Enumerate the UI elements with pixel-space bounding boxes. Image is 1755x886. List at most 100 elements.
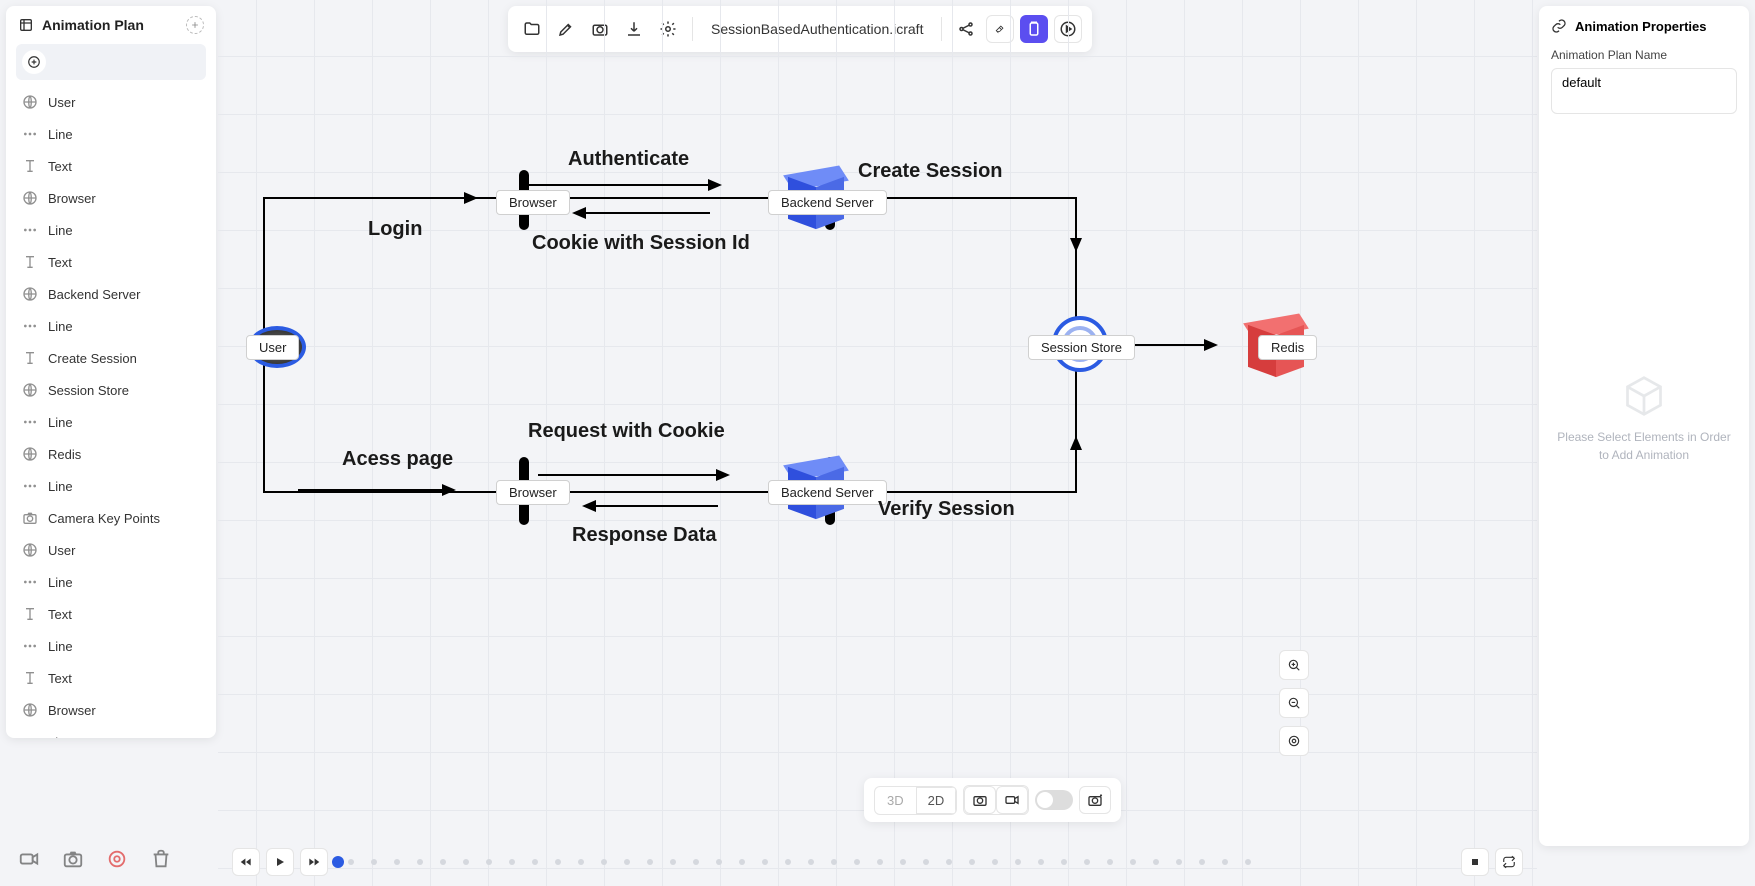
text-icon xyxy=(22,670,38,686)
list-item-label: Session Store xyxy=(48,383,129,398)
list-item[interactable]: Text xyxy=(6,246,216,278)
timeline-marker xyxy=(946,859,952,865)
timeline-marker xyxy=(969,859,975,865)
rewind-button[interactable] xyxy=(232,848,260,876)
view-3d-button[interactable]: 3D xyxy=(875,787,916,814)
timeline-marker xyxy=(1015,859,1021,865)
right-panel-title: Animation Properties xyxy=(1575,19,1706,34)
video-button[interactable] xyxy=(18,848,40,870)
list-item[interactable]: Session Store xyxy=(6,374,216,406)
access-page-text: Acess page xyxy=(342,448,453,471)
timeline-marker xyxy=(486,859,492,865)
globe-icon xyxy=(22,286,38,302)
zoom-in-button[interactable] xyxy=(1279,650,1309,680)
timeline-marker xyxy=(348,859,354,865)
play-timeline-button[interactable] xyxy=(266,848,294,876)
list-item[interactable]: Line xyxy=(6,118,216,150)
camera-icon xyxy=(22,510,38,526)
list-item[interactable]: Line xyxy=(6,630,216,662)
target-button[interactable] xyxy=(106,848,128,870)
timeline-marker xyxy=(532,859,538,865)
user-node-label: User xyxy=(246,335,299,360)
list-item[interactable]: Text xyxy=(6,598,216,630)
list-item-label: User xyxy=(48,543,75,558)
diagram-connections xyxy=(218,0,1537,886)
list-item[interactable]: Create Session xyxy=(6,342,216,374)
list-item[interactable]: Line xyxy=(6,310,216,342)
list-item-label: Line xyxy=(48,223,73,238)
text-icon xyxy=(22,158,38,174)
list-item-label: Browser xyxy=(48,191,96,206)
link-icon xyxy=(1551,18,1567,34)
timeline-marker xyxy=(831,859,837,865)
dots-icon xyxy=(22,414,38,430)
timeline-marker xyxy=(555,859,561,865)
list-item[interactable]: Redis xyxy=(6,438,216,470)
forward-button[interactable] xyxy=(300,848,328,876)
backend-label-1: Backend Server xyxy=(768,190,887,215)
text-icon xyxy=(22,254,38,270)
timeline-marker xyxy=(371,859,377,865)
view-mode-toggle: 3D 2D xyxy=(874,786,957,815)
login-text: Login xyxy=(368,218,422,241)
list-item[interactable]: Line xyxy=(6,566,216,598)
list-item[interactable]: Backend Server xyxy=(6,278,216,310)
response-data-text: Response Data xyxy=(572,524,717,547)
add-element-button[interactable] xyxy=(22,50,46,74)
timeline-marker xyxy=(693,859,699,865)
dots-icon xyxy=(22,734,38,738)
photo-mode-button[interactable] xyxy=(964,786,996,814)
timeline-marker xyxy=(1153,859,1159,865)
list-item[interactable]: Line xyxy=(6,726,216,738)
left-panel-title: Animation Plan xyxy=(42,17,144,33)
browser-label-2[interactable]: Browser xyxy=(496,480,570,505)
verify-session-text: Verify Session xyxy=(878,498,1015,521)
browser-label-1[interactable]: Browser xyxy=(496,190,570,215)
empty-state: Please Select Elements in Order to Add A… xyxy=(1551,374,1737,464)
timeline xyxy=(232,846,1523,878)
view-2d-button[interactable]: 2D xyxy=(916,787,957,814)
list-item-label: Line xyxy=(48,575,73,590)
loop-button[interactable] xyxy=(1495,848,1523,876)
list-item[interactable]: Browser xyxy=(6,694,216,726)
list-item[interactable]: User xyxy=(6,86,216,118)
timeline-marker xyxy=(854,859,860,865)
camera-button[interactable] xyxy=(62,848,84,870)
dots-icon xyxy=(22,574,38,590)
list-item[interactable]: Text xyxy=(6,662,216,694)
stop-button[interactable] xyxy=(1461,848,1489,876)
timeline-marker xyxy=(762,859,768,865)
timeline-marker xyxy=(670,859,676,865)
list-item[interactable]: Line xyxy=(6,406,216,438)
list-item[interactable]: Line xyxy=(6,214,216,246)
add-plan-button[interactable] xyxy=(186,16,204,34)
list-item[interactable]: User xyxy=(6,534,216,566)
list-item-label: Text xyxy=(48,671,72,686)
globe-icon xyxy=(22,446,38,462)
mode-switch[interactable] xyxy=(1035,790,1073,810)
list-item-label: Line xyxy=(48,479,73,494)
timeline-marker xyxy=(624,859,630,865)
timeline-playhead[interactable] xyxy=(332,856,344,868)
redis-label: Redis xyxy=(1258,335,1317,360)
video-mode-button[interactable] xyxy=(996,786,1028,814)
list-item-label: Backend Server xyxy=(48,287,141,302)
trash-button[interactable] xyxy=(150,848,172,870)
list-item-label: Line xyxy=(48,127,73,142)
list-item[interactable]: Browser xyxy=(6,182,216,214)
timeline-track[interactable] xyxy=(334,859,1455,865)
zoom-fit-button[interactable] xyxy=(1279,726,1309,756)
dots-icon xyxy=(22,478,38,494)
list-item[interactable]: Text xyxy=(6,150,216,182)
plan-name-input[interactable] xyxy=(1551,68,1737,114)
canvas-area[interactable]: User Browser Backend Server Browser Back… xyxy=(218,0,1537,886)
timeline-marker xyxy=(440,859,446,865)
list-item[interactable]: Camera Key Points xyxy=(6,502,216,534)
capture-button[interactable] xyxy=(1079,786,1111,814)
zoom-out-button[interactable] xyxy=(1279,688,1309,718)
timeline-marker xyxy=(647,859,653,865)
plan-icon xyxy=(18,17,34,33)
request-cookie-text: Request with Cookie xyxy=(528,420,725,443)
list-item[interactable]: Line xyxy=(6,470,216,502)
left-sub-toolbar xyxy=(16,44,206,80)
